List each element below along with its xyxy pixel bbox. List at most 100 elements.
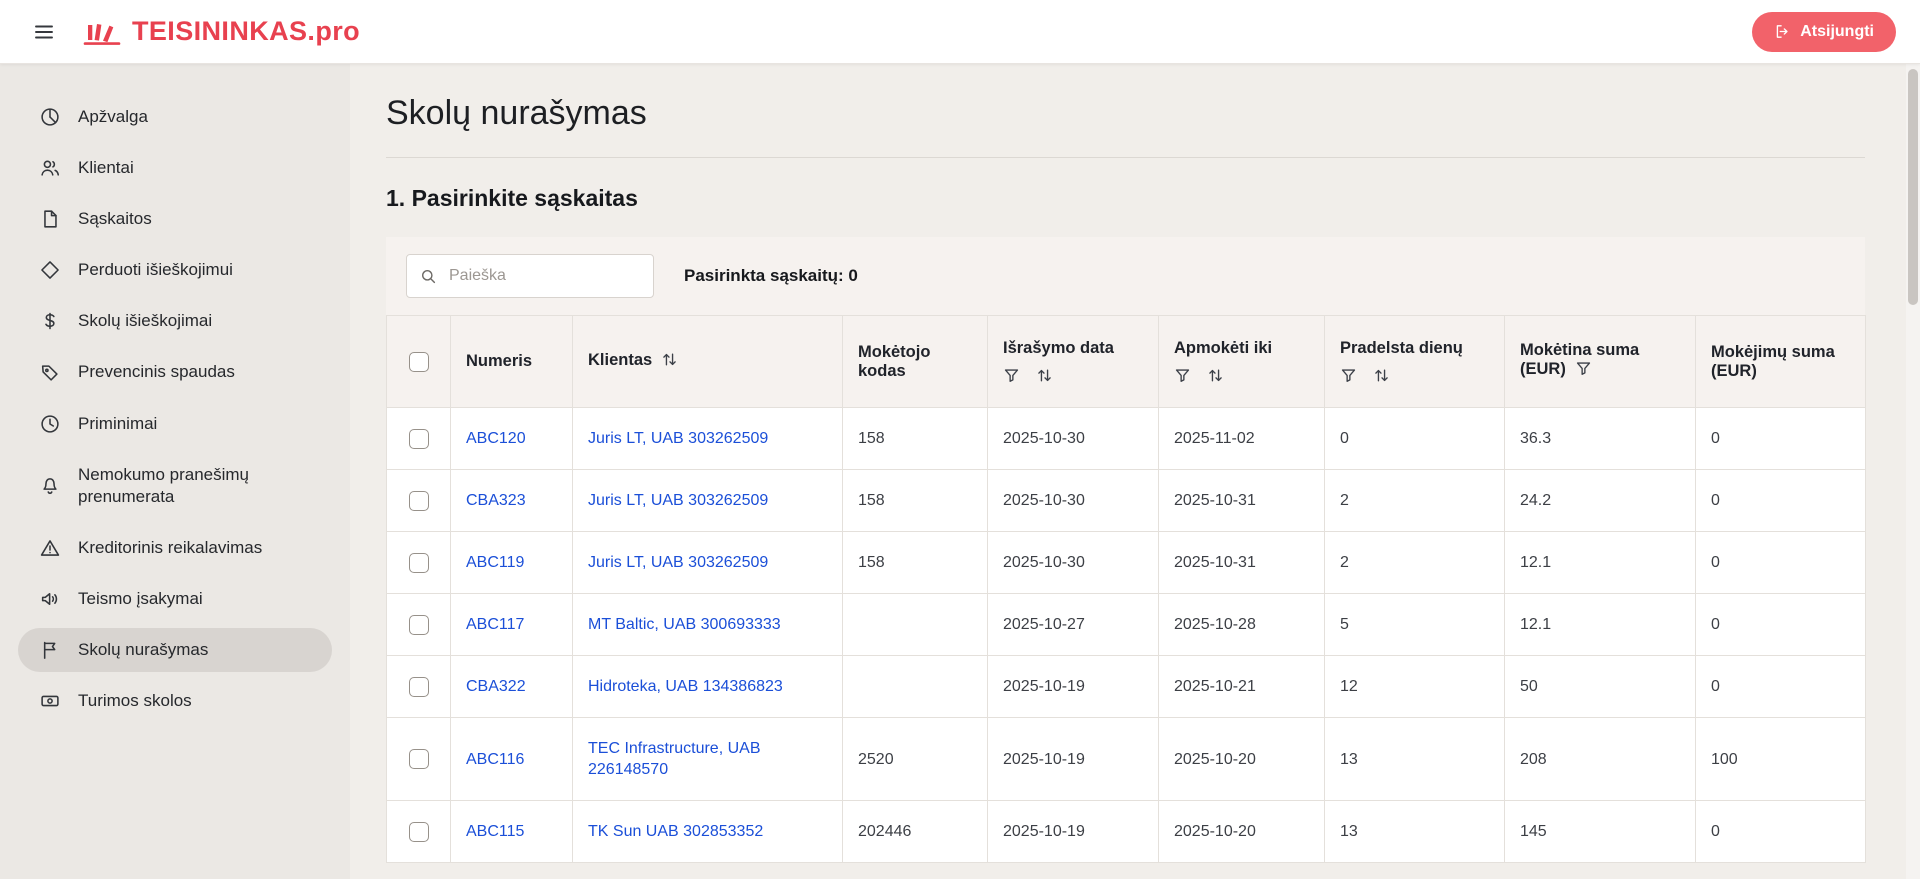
cell-klientas: Juris LT, UAB 303262509 bbox=[572, 469, 843, 532]
select-all-header bbox=[386, 315, 451, 408]
numeris-link[interactable]: ABC116 bbox=[466, 751, 524, 768]
search-input[interactable] bbox=[447, 266, 641, 286]
banknote-icon bbox=[39, 690, 61, 712]
numeris-link[interactable]: ABC119 bbox=[466, 554, 524, 571]
column-header-moketina_suma[interactable]: Mokėtina suma (EUR) bbox=[1504, 315, 1696, 408]
overview-icon bbox=[39, 106, 61, 128]
sidebar-item-klientai[interactable]: Klientai bbox=[18, 146, 332, 190]
sidebar-item-label: Teismo įsakymai bbox=[78, 588, 203, 608]
cell-moketina_suma: 12.1 bbox=[1504, 593, 1696, 656]
cell-klientas: TEC Infrastructure, UAB 226148570 bbox=[572, 717, 843, 801]
sidebar-item-teismo-isakymai[interactable]: Teismo įsakymai bbox=[18, 577, 332, 621]
scrollbar-thumb[interactable] bbox=[1908, 69, 1918, 305]
column-header-apmoketi_iki[interactable]: Apmokėti iki bbox=[1158, 315, 1325, 408]
klientas-link[interactable]: Juris LT, UAB 303262509 bbox=[588, 492, 768, 509]
filter-icon[interactable] bbox=[1174, 367, 1191, 384]
cell-klientas: MT Baltic, UAB 300693333 bbox=[572, 593, 843, 656]
row-checkbox[interactable] bbox=[408, 428, 429, 449]
numeris-link[interactable]: CBA323 bbox=[466, 492, 526, 509]
logout-button[interactable]: Atsijungti bbox=[1752, 11, 1896, 52]
sidebar-item-label: Apžvalga bbox=[78, 107, 148, 126]
sort-icon[interactable] bbox=[1207, 367, 1224, 384]
cell-numeris: CBA323 bbox=[450, 469, 573, 532]
filter-icon[interactable] bbox=[1003, 367, 1020, 384]
row-checkbox[interactable] bbox=[408, 821, 429, 842]
cell-israsymo_data: 2025-10-30 bbox=[987, 531, 1159, 594]
numeris-link[interactable]: ABC115 bbox=[466, 823, 524, 840]
column-header-numeris[interactable]: Numeris bbox=[450, 315, 573, 408]
klientas-link[interactable]: MT Baltic, UAB 300693333 bbox=[588, 616, 781, 633]
sidebar-item-perduoti-isieskojimui[interactable]: Perduoti išieškojimui bbox=[18, 248, 332, 292]
numeris-link[interactable]: ABC120 bbox=[466, 430, 526, 447]
cell-israsymo_data: 2025-10-30 bbox=[987, 469, 1159, 532]
numeris-link[interactable]: CBA322 bbox=[466, 678, 526, 695]
sidebar-item-nemokumo-pranesimu-prenumerata[interactable]: Nemokumo pranešimų prenumerata bbox=[18, 453, 332, 519]
klientas-link[interactable]: Juris LT, UAB 303262509 bbox=[588, 430, 768, 447]
warning-icon bbox=[39, 537, 61, 559]
table-row: ABC119 Juris LT, UAB 303262509 158 2025-10-… bbox=[386, 531, 1866, 594]
table-row: ABC117 MT Baltic, UAB 300693333 2025-10-27… bbox=[386, 593, 1866, 656]
column-header-israsymo_data[interactable]: Išrašymo data bbox=[987, 315, 1159, 408]
column-label: Apmokėti iki bbox=[1174, 339, 1273, 357]
column-header-klientas[interactable]: Klientas bbox=[572, 315, 843, 408]
sidebar-item-prevencinis-spaudas[interactable]: Prevencinis spaudas bbox=[18, 350, 332, 394]
header-icon-row bbox=[1174, 367, 1309, 384]
sidebar-item-priminimai[interactable]: Priminimai bbox=[18, 402, 332, 446]
money-icon bbox=[39, 310, 61, 332]
row-checkbox[interactable] bbox=[408, 490, 429, 511]
cell-mokejimu_suma: 0 bbox=[1695, 407, 1866, 470]
filter-icon[interactable] bbox=[1340, 367, 1357, 384]
klientas-link[interactable]: Hidroteka, UAB 134386823 bbox=[588, 678, 783, 695]
sidebar-item-skolu-isieskojimai[interactable]: Skolų išieškojimai bbox=[18, 299, 332, 343]
sort-icon[interactable] bbox=[661, 351, 678, 373]
cell-numeris: ABC117 bbox=[450, 593, 573, 656]
cell-pradelsta_dienu: 2 bbox=[1324, 469, 1505, 532]
cell-klientas: Juris LT, UAB 303262509 bbox=[572, 407, 843, 470]
row-checkbox[interactable] bbox=[408, 614, 429, 635]
row-checkbox[interactable] bbox=[408, 676, 429, 697]
column-header-pradelsta_dienu[interactable]: Pradelsta dienų bbox=[1324, 315, 1505, 408]
filter-icon[interactable] bbox=[1575, 360, 1592, 382]
sidebar-item-skolu-nurasymas[interactable]: Skolų nurašymas bbox=[18, 628, 332, 673]
row-checkbox[interactable] bbox=[408, 749, 429, 769]
cell-select bbox=[386, 800, 451, 863]
klientas-link[interactable]: TK Sun UAB 302853352 bbox=[588, 823, 763, 840]
invoice-selection-panel: Pasirinkta sąskaitų: 0 Numeris Klientas Mo… bbox=[386, 237, 1866, 863]
sidebar-item-apzvalga[interactable]: Apžvalga bbox=[18, 95, 332, 139]
sidebar-item-label: Sąskaitos bbox=[78, 209, 152, 229]
cell-apmoketi_iki: 2025-10-31 bbox=[1158, 531, 1325, 594]
cell-numeris: ABC115 bbox=[450, 800, 573, 863]
vertical-scrollbar[interactable] bbox=[1906, 64, 1920, 879]
menu-toggle-button[interactable] bbox=[26, 14, 62, 50]
cell-mokejimu_suma: 0 bbox=[1695, 800, 1866, 863]
column-header-mokejimu_suma[interactable]: Mokėjimų suma (EUR) bbox=[1695, 315, 1866, 408]
table-row: CBA322 Hidroteka, UAB 134386823 2025-10-19… bbox=[386, 655, 1866, 718]
klientas-link[interactable]: Juris LT, UAB 303262509 bbox=[588, 554, 768, 571]
clock-icon bbox=[39, 413, 61, 435]
cell-pradelsta_dienu: 13 bbox=[1324, 717, 1505, 801]
sidebar-item-label: Skolų išieškojimai bbox=[78, 311, 213, 331]
cell-israsymo_data: 2025-10-27 bbox=[987, 593, 1159, 656]
transfer-icon bbox=[39, 259, 61, 281]
cell-moketojo_kodas bbox=[842, 593, 988, 656]
sidebar-item-kreditorinis-reikalavimas[interactable]: Kreditorinis reikalavimas bbox=[18, 526, 332, 570]
cell-moketojo_kodas: 158 bbox=[842, 407, 988, 470]
row-checkbox[interactable] bbox=[408, 552, 429, 573]
announcement-icon bbox=[39, 588, 61, 610]
select-all-checkbox[interactable] bbox=[408, 351, 429, 372]
cell-apmoketi_iki: 2025-10-21 bbox=[1158, 655, 1325, 718]
sidebar-item-label: Skolų nurašymas bbox=[78, 640, 209, 660]
logo-icon bbox=[82, 16, 122, 48]
column-header-moketojo_kodas[interactable]: Mokėtojo kodas bbox=[842, 315, 988, 408]
sidebar-item-label: Kreditorinis reikalavimas bbox=[78, 537, 263, 557]
numeris-link[interactable]: ABC117 bbox=[466, 616, 524, 633]
sidebar-item-saskaitos[interactable]: Sąskaitos bbox=[18, 197, 332, 241]
cell-israsymo_data: 2025-10-19 bbox=[987, 800, 1159, 863]
sort-icon[interactable] bbox=[1373, 367, 1390, 384]
sidebar-item-turimos-skolos[interactable]: Turimos skolos bbox=[18, 679, 332, 723]
cell-moketina_suma: 50 bbox=[1504, 655, 1696, 718]
sort-icon[interactable] bbox=[1036, 367, 1053, 384]
klientas-link[interactable]: TEC Infrastructure, UAB 226148570 bbox=[588, 740, 761, 778]
app-logo[interactable]: TEISININKAS.pro bbox=[82, 16, 360, 48]
cell-moketojo_kodas: 158 bbox=[842, 469, 988, 532]
